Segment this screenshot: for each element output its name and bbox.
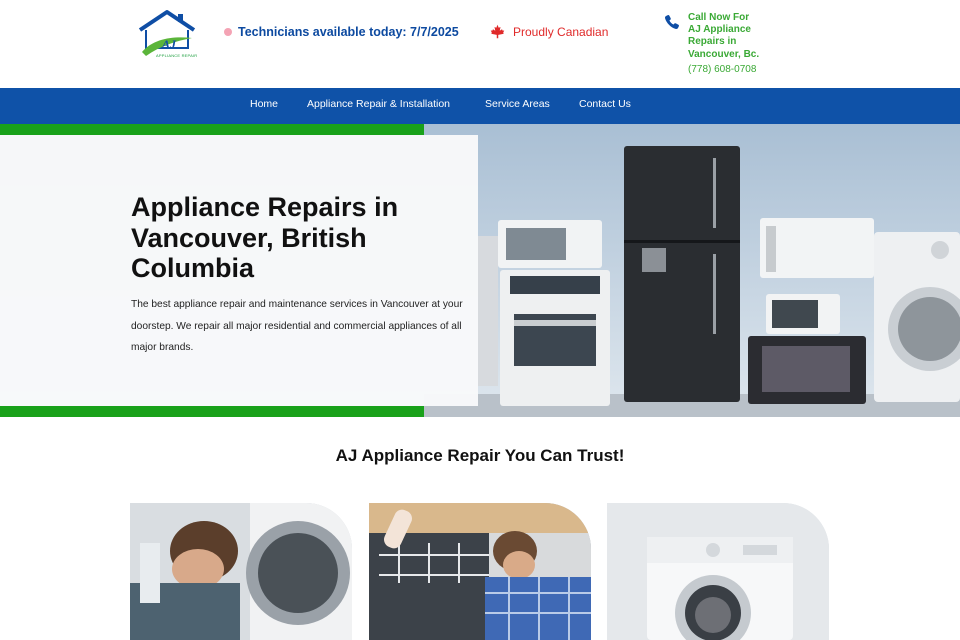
logo-tagline: APPLIANCE REPAIR [156,53,198,58]
availability-notice: Technicians available today: 7/7/2025 [224,25,459,39]
availability-text: Technicians available today: 7/7/2025 [238,25,459,39]
call-line: AJ Appliance [688,24,751,36]
nav-item-appliance-repair[interactable]: Appliance Repair & Installation [307,98,450,110]
maple-leaf-icon [490,24,505,39]
call-line: Vancouver, Bc. [688,48,760,60]
proudly-canadian-text: Proudly Canadian [513,24,609,39]
call-line: Repairs in [688,36,737,48]
washing-machine-photo [607,503,829,640]
call-now-text: Call Now For AJ Appliance Repairs in Van… [688,12,759,76]
service-card-laundry-repair[interactable] [607,503,829,640]
main-navigation: Home Appliance Repair & Installation Ser… [0,88,960,124]
call-line: Call Now For [688,12,750,23]
phone-number-link[interactable]: (778) 608-0708 [688,64,759,76]
nav-item-service-areas[interactable]: Service Areas [485,98,550,110]
section-title: AJ Appliance Repair You Can Trust! [335,446,625,465]
service-card-washer-repair[interactable] [130,503,352,640]
hero-banner: Appliance Repairs in Vancouver, British … [0,124,960,417]
accent-bar-top [0,124,424,135]
service-card-dishwasher-repair[interactable] [369,503,591,640]
nav-item-contact-us[interactable]: Contact Us [579,98,631,110]
technician-washer-photo [130,503,352,640]
hero-title: Appliance Repairs in Vancouver, British … [131,192,399,283]
status-dot-icon [224,28,232,36]
proudly-canadian-badge: Proudly Canadian [490,24,608,39]
logo-text: AJ [161,37,177,51]
phone-icon [664,15,679,30]
accent-bar-bottom [0,406,424,417]
nav-item-home[interactable]: Home [250,98,278,110]
site-logo[interactable]: AJ APPLIANCE REPAIR [134,8,200,60]
call-now-block[interactable]: Call Now For AJ Appliance Repairs in Van… [664,12,759,76]
technician-dishwasher-photo [369,503,591,640]
hero-description: The best appliance repair and maintenanc… [131,299,463,353]
site-header: AJ APPLIANCE REPAIR Technicians availabl… [0,0,960,88]
